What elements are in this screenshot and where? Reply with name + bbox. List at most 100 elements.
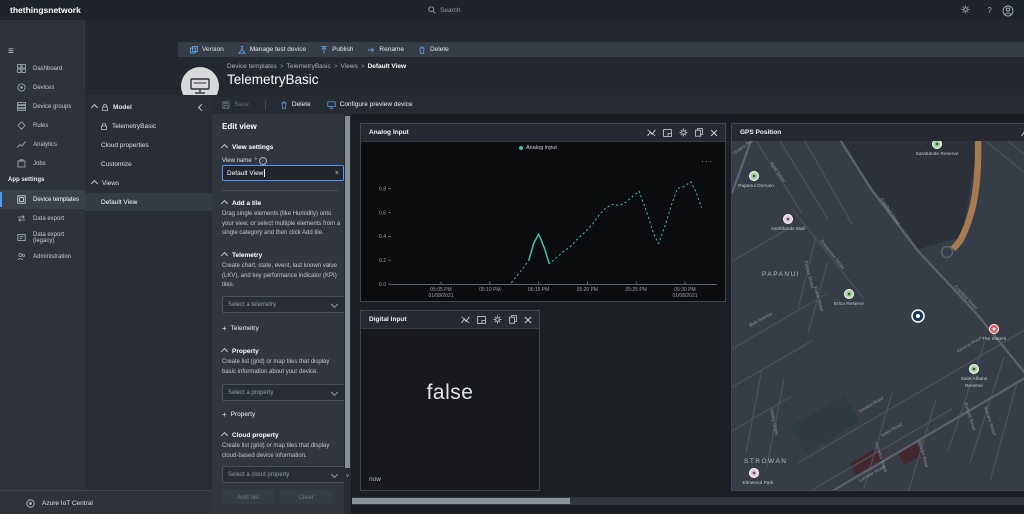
model-item-template[interactable]: TelemetryBasic xyxy=(85,117,212,135)
test-device-icon xyxy=(238,46,246,54)
model-item-default-view[interactable]: Default View xyxy=(85,193,212,211)
breadcrumb-current: Default View xyxy=(368,63,407,70)
publish-button[interactable]: Publish xyxy=(320,42,353,57)
cloud-property-select[interactable]: Select a cloud property xyxy=(222,466,348,483)
scrollbar-down-arrow[interactable]: ∨ xyxy=(345,472,350,480)
configure-preview-device-button[interactable]: Configure preview device xyxy=(327,95,413,114)
close-tile-icon[interactable] xyxy=(524,316,532,324)
info-icon[interactable] xyxy=(259,157,267,165)
sidebar-label: Rules xyxy=(33,123,48,129)
chart-type-icon[interactable] xyxy=(461,316,470,324)
close-tile-icon[interactable] xyxy=(710,129,718,137)
sidebar-item-devices[interactable]: Devices xyxy=(0,78,85,97)
help-icon[interactable] xyxy=(984,5,995,16)
sidebar-item-device-templates[interactable]: Device templates xyxy=(0,190,85,209)
collapse-icon xyxy=(91,103,98,110)
model-item-cloud-properties[interactable]: Cloud properties xyxy=(85,136,212,154)
delete-template-button[interactable]: Delete xyxy=(418,42,449,57)
tile-settings-gear-icon[interactable] xyxy=(679,128,688,137)
sidebar-section-app-settings: App settings xyxy=(8,172,85,189)
tile-header[interactable]: GPS Position xyxy=(732,124,1024,142)
azure-iot-central-icon xyxy=(26,499,35,508)
map-roundabout xyxy=(942,247,953,258)
account-avatar-icon[interactable] xyxy=(1002,5,1013,16)
model-item-views[interactable]: Views xyxy=(85,174,212,192)
marker-sarabande-reserve xyxy=(933,141,942,149)
clear-input-icon[interactable] xyxy=(335,170,339,177)
model-root[interactable]: Model xyxy=(85,98,212,116)
save-button[interactable]: Save xyxy=(222,95,249,114)
gps-map[interactable]: Cranford Street Cranford Street Innes Ro… xyxy=(732,141,1024,490)
sidebar-item-jobs[interactable]: Jobs xyxy=(0,154,85,173)
breadcrumb: Device templates>TelemetryBasic>Views>De… xyxy=(227,63,406,70)
telemetry-select[interactable]: Select a telemetry xyxy=(222,296,348,313)
section-telemetry[interactable]: Telemetry xyxy=(222,252,344,259)
sidebar-item-administration[interactable]: Administration xyxy=(0,247,85,266)
resize-tile-icon[interactable] xyxy=(477,316,486,324)
marker-papanui-domain xyxy=(750,172,759,181)
tile-header[interactable]: Analog Input xyxy=(361,124,725,142)
telemetry-description: Create chart, state, event, last known v… xyxy=(222,262,344,291)
svg-text:Papanui Domain: Papanui Domain xyxy=(738,183,774,189)
app-window: thethingsnetwork Search Dashboard Device… xyxy=(0,0,1024,514)
panel-collapse-icon[interactable] xyxy=(198,103,205,110)
model-item-customize[interactable]: Customize xyxy=(85,155,212,173)
settings-gear-icon[interactable] xyxy=(960,5,971,16)
product-footer: Azure IoT Central xyxy=(0,490,212,514)
sidebar-item-dashboard[interactable]: Dashboard xyxy=(0,59,85,78)
resize-tile-icon[interactable] xyxy=(663,129,672,137)
scrollbar-thumb[interactable] xyxy=(345,116,350,468)
add-property-button[interactable]: Property xyxy=(222,410,344,419)
canvas-horizontal-scrollbar[interactable] xyxy=(352,497,1024,505)
section-cloud-property[interactable]: Cloud property xyxy=(222,432,344,439)
svg-text:0.8: 0.8 xyxy=(379,187,386,193)
chart-type-icon[interactable] xyxy=(647,129,656,137)
global-search[interactable]: Search xyxy=(428,4,461,16)
legend-label: Analog Input xyxy=(526,145,557,151)
copy-tile-icon[interactable] xyxy=(509,315,517,324)
copy-tile-icon[interactable] xyxy=(695,128,703,137)
tile-analog-input[interactable]: Analog Input Analog Input 0.00.20.40.60.… xyxy=(360,123,726,302)
sidebar-item-data-export[interactable]: Data export xyxy=(0,209,85,228)
edit-panel-scrollbar[interactable]: ∨ xyxy=(344,114,351,514)
breadcrumb-template[interactable]: TelemetryBasic xyxy=(287,63,331,70)
breadcrumb-device-templates[interactable]: Device templates xyxy=(227,63,277,70)
svg-text:Saint Albans: Saint Albans xyxy=(961,376,988,382)
section-property[interactable]: Property xyxy=(222,348,344,355)
add-telemetry-button[interactable]: Telemetry xyxy=(222,324,344,333)
nav-collapse-icon[interactable] xyxy=(8,46,22,58)
tile-settings-gear-icon[interactable] xyxy=(493,315,502,324)
tile-header[interactable]: Digital Input xyxy=(361,311,539,329)
section-add-a-tile[interactable]: Add a tile xyxy=(222,200,344,207)
tile-title: GPS Position xyxy=(732,129,781,136)
rename-icon xyxy=(367,46,375,54)
svg-text:05:20 PM: 05:20 PM xyxy=(577,287,598,293)
device-groups-icon xyxy=(17,102,26,111)
view-name-input[interactable]: Default View xyxy=(222,165,344,181)
rename-button[interactable]: Rename xyxy=(367,42,404,57)
edit-view-title: Edit view xyxy=(222,122,344,131)
lock-icon xyxy=(101,123,107,130)
svg-text:01/08/2021: 01/08/2021 xyxy=(672,293,697,299)
sidebar-item-analytics[interactable]: Analytics xyxy=(0,135,85,154)
manage-test-device-button[interactable]: Manage test device xyxy=(238,42,306,57)
scrollbar-thumb[interactable] xyxy=(352,498,570,504)
section-view-settings[interactable]: View settings xyxy=(222,144,344,151)
sidebar-item-data-export-legacy[interactable]: Data export (legacy) xyxy=(0,228,85,247)
tile-gps-position[interactable]: GPS Position xyxy=(731,123,1024,491)
jobs-icon xyxy=(17,159,26,168)
tile-digital-input[interactable]: Digital Input false now xyxy=(360,310,540,491)
version-button[interactable]: Version xyxy=(190,42,224,57)
sidebar-item-device-groups[interactable]: Device groups xyxy=(0,97,85,116)
add-tile-button[interactable]: Add tile xyxy=(222,490,274,504)
svg-text:Sarabande Reserve: Sarabande Reserve xyxy=(916,151,959,157)
breadcrumb-views[interactable]: Views xyxy=(341,63,358,70)
clear-button[interactable]: Clear xyxy=(280,490,332,504)
legend-swatch xyxy=(519,146,523,150)
svg-text:05:15 PM: 05:15 PM xyxy=(528,287,549,293)
marker-saint-albans-reserve xyxy=(970,365,979,374)
top-bar: thethingsnetwork Search xyxy=(0,0,1024,20)
sidebar-item-rules[interactable]: Rules xyxy=(0,116,85,135)
property-select[interactable]: Select a property xyxy=(222,384,348,401)
delete-view-button[interactable]: Delete xyxy=(280,95,311,114)
